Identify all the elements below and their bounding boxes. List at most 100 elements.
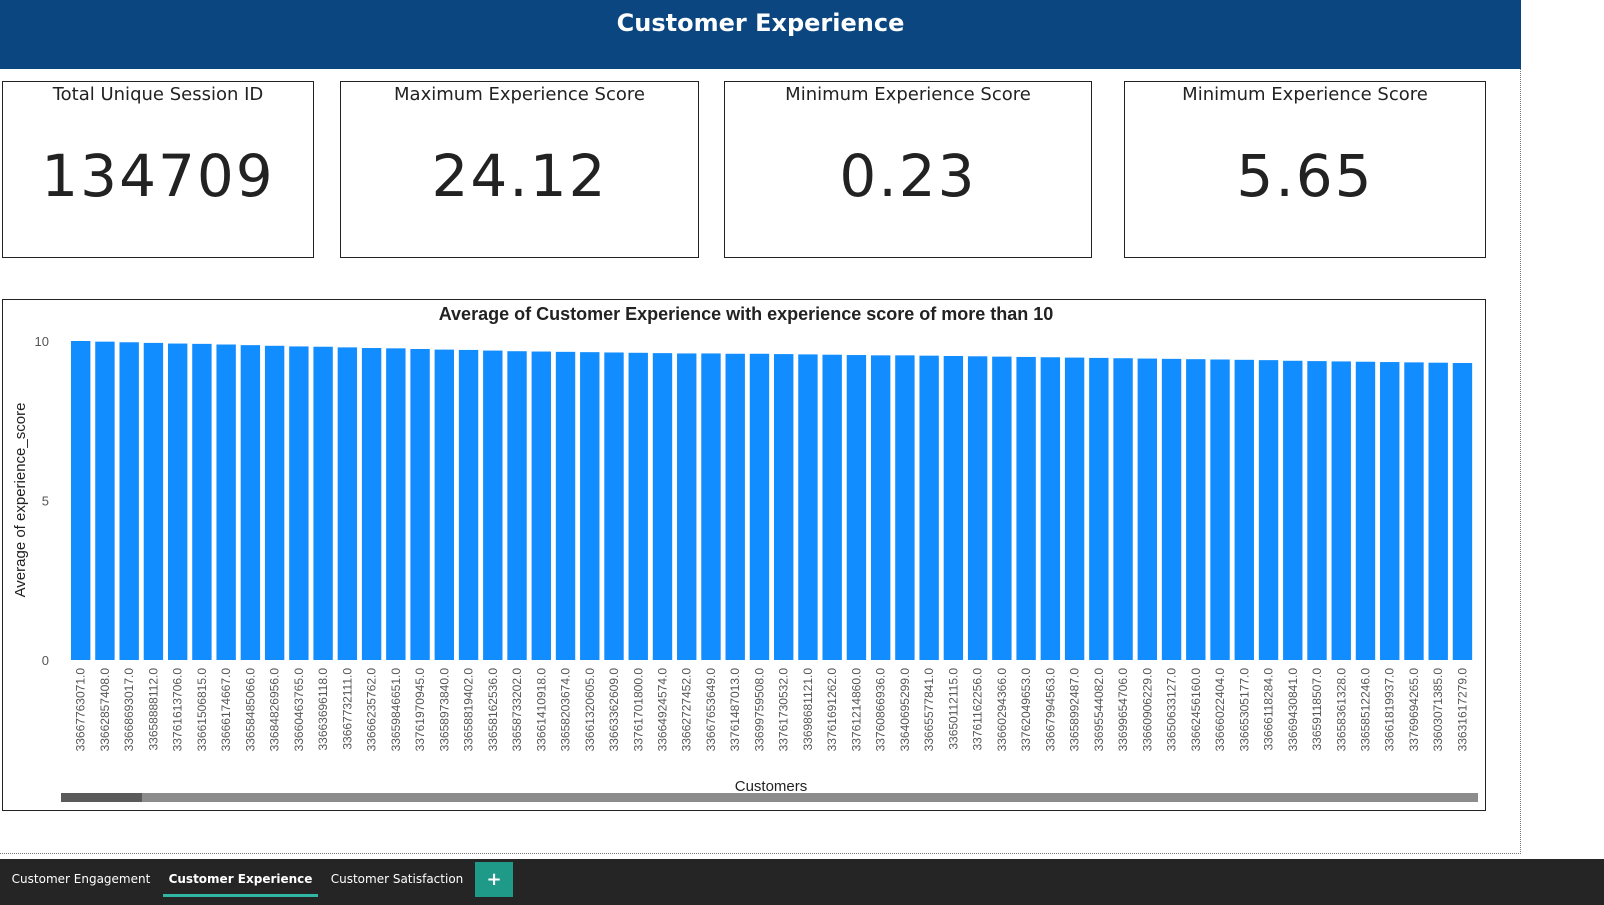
x-tick-label: 33769694265.0 <box>1407 668 1421 752</box>
x-tick-label: 33660906229.0 <box>1140 668 1154 752</box>
x-tick-label: 33660294366.0 <box>995 668 1009 752</box>
x-tick-label: 33658888112.0 <box>146 668 160 751</box>
x-tick-label: 33669430841.0 <box>1286 668 1300 752</box>
x-tick-label: 33631617279.0 <box>1455 668 1469 752</box>
tab-label: Customer Engagement <box>11 872 151 886</box>
bar[interactable] <box>749 353 770 660</box>
x-tick-label: 33658819402.0 <box>462 668 476 752</box>
x-tick-label: 33659118507.0 <box>1310 668 1324 751</box>
bar[interactable] <box>555 351 576 660</box>
bar[interactable] <box>1161 358 1182 660</box>
bar[interactable] <box>992 356 1012 660</box>
kpi-card-value: 5.65 <box>1236 142 1374 210</box>
bar[interactable] <box>458 349 479 660</box>
bar[interactable] <box>264 345 285 660</box>
bar[interactable] <box>1452 363 1473 660</box>
bar[interactable] <box>434 349 455 660</box>
bar[interactable] <box>71 341 91 660</box>
bar[interactable] <box>1186 359 1206 660</box>
x-tick-label: 33658512246.0 <box>1358 668 1372 752</box>
bar[interactable] <box>95 341 115 660</box>
x-tick-label: 33658992487.0 <box>1068 668 1082 752</box>
x-tick-label: 33699759508.0 <box>752 668 766 752</box>
bar[interactable] <box>1089 357 1109 660</box>
bar[interactable] <box>313 346 333 660</box>
bar[interactable] <box>701 353 721 660</box>
bar[interactable] <box>507 351 527 660</box>
x-tick-label: 33650633127.0 <box>1165 668 1179 752</box>
bar[interactable] <box>1113 358 1133 660</box>
bar[interactable] <box>483 350 503 660</box>
bar[interactable] <box>604 352 624 660</box>
x-tick-label: 33661506815.0 <box>195 668 209 752</box>
bar[interactable] <box>361 348 382 660</box>
bar[interactable] <box>1355 361 1376 660</box>
x-tick-label: 33666235762.0 <box>365 668 379 752</box>
x-tick-label: 33761730532.0 <box>777 668 791 752</box>
bar[interactable] <box>410 348 430 660</box>
bar[interactable] <box>677 353 697 660</box>
x-tick-label: 33660463765.0 <box>292 668 306 752</box>
bar[interactable] <box>1258 360 1279 660</box>
bar[interactable] <box>652 353 673 660</box>
bar[interactable] <box>216 344 236 660</box>
bar[interactable] <box>967 356 988 660</box>
bar[interactable] <box>1064 357 1085 660</box>
x-tick-label: 33663696118.0 <box>316 668 330 751</box>
bar[interactable] <box>1137 358 1158 660</box>
kpi-card-value: 0.23 <box>839 142 977 210</box>
bar[interactable] <box>919 355 939 660</box>
bar[interactable] <box>1234 359 1254 660</box>
bar[interactable] <box>846 355 867 660</box>
x-tick-label: 33662727452.0 <box>680 668 694 752</box>
bar[interactable] <box>167 343 188 660</box>
bar[interactable] <box>1380 362 1400 660</box>
bar-chart-visual[interactable]: Average of Customer Experience with expe… <box>2 299 1486 811</box>
bar[interactable] <box>1307 361 1327 660</box>
x-tick-label: 33661410918.0 <box>534 668 548 752</box>
bar[interactable] <box>531 351 551 660</box>
kpi-card-title: Minimum Experience Score <box>1182 84 1428 105</box>
tab-customer-satisfaction[interactable]: Customer Satisfaction <box>322 861 472 897</box>
x-tick-label: 33658733202.0 <box>510 668 524 752</box>
kpi-card-min-score[interactable]: Minimum Experience Score 0.23 <box>724 81 1092 258</box>
bar[interactable] <box>1040 357 1061 660</box>
x-tick-label: 33760866936.0 <box>874 668 888 752</box>
x-tick-label: 33666118284.0 <box>1262 668 1276 751</box>
bar[interactable] <box>580 352 600 660</box>
bar[interactable] <box>943 355 964 660</box>
bar[interactable] <box>119 342 139 660</box>
bar[interactable] <box>1283 360 1303 660</box>
bar[interactable] <box>386 348 406 660</box>
bar[interactable] <box>870 355 891 660</box>
bar[interactable] <box>289 346 309 660</box>
bar[interactable] <box>1016 356 1036 660</box>
x-tick-label: 33650112115.0 <box>946 668 960 750</box>
chart-scrollbar-thumb[interactable] <box>61 793 142 802</box>
bar[interactable] <box>192 343 212 660</box>
x-tick-label: 33661819937.0 <box>1383 668 1397 752</box>
bar[interactable] <box>628 352 648 660</box>
bar[interactable] <box>1210 359 1230 661</box>
tab-label: Customer Satisfaction <box>330 872 464 886</box>
tab-customer-experience[interactable]: Customer Experience <box>163 861 318 897</box>
x-tick-label: 33667994563.0 <box>1043 668 1057 752</box>
kpi-card-max-score[interactable]: Maximum Experience Score 24.12 <box>340 81 699 258</box>
bar[interactable] <box>774 354 794 660</box>
kpi-card-total-sessions[interactable]: Total Unique Session ID 134709 <box>2 81 314 258</box>
add-page-button[interactable]: + <box>475 862 513 897</box>
bar[interactable] <box>725 353 745 660</box>
bar[interactable] <box>895 355 915 660</box>
bar[interactable] <box>1428 362 1448 660</box>
tab-customer-engagement[interactable]: Customer Engagement <box>8 861 154 897</box>
bar[interactable] <box>798 354 818 660</box>
bar[interactable] <box>1404 362 1424 660</box>
chart-scrollbar-track[interactable] <box>61 793 1478 802</box>
bar[interactable] <box>143 342 164 660</box>
x-tick-label: 33658162536.0 <box>486 668 500 752</box>
bar[interactable] <box>337 347 358 660</box>
kpi-card-avg-score[interactable]: Minimum Experience Score 5.65 <box>1124 81 1486 258</box>
bar[interactable] <box>1331 361 1351 660</box>
bar[interactable] <box>240 345 261 660</box>
bar[interactable] <box>822 354 842 660</box>
